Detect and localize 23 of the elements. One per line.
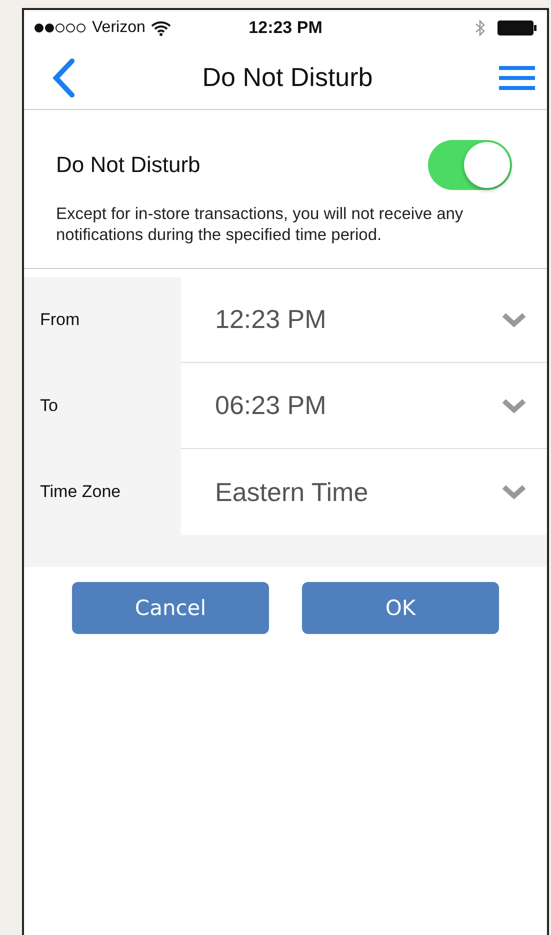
wifi-icon: [151, 20, 172, 36]
chevron-down-icon: [501, 312, 527, 328]
battery-icon: [497, 20, 538, 36]
status-time: 12:23 PM: [248, 18, 322, 38]
page-title: Do Not Disturb: [201, 62, 374, 93]
back-icon[interactable]: [52, 58, 76, 98]
setting-label: Do Not Disturb: [56, 152, 200, 178]
toggle-switch[interactable]: [428, 140, 512, 190]
signal-icon: [34, 23, 86, 33]
bluetooth-icon: [475, 19, 486, 37]
menu-icon[interactable]: [499, 64, 535, 90]
field-label: Time Zone: [24, 449, 181, 535]
action-button[interactable]: OK: [302, 582, 499, 634]
dropdown-field[interactable]: 12:23 PM: [181, 277, 547, 363]
carrier-name: Verizon: [92, 19, 146, 37]
chevron-down-icon: [501, 484, 527, 500]
dropdown-field[interactable]: Eastern Time: [181, 449, 547, 535]
chevron-down-icon: [501, 398, 527, 414]
action-button[interactable]: Cancel: [72, 582, 269, 634]
setting-description: Except for in-store transactions, you will not receive any notifications during the specified time period.: [56, 204, 464, 246]
dropdown-field[interactable]: 06:23 PM: [181, 363, 547, 449]
field-label: To: [24, 363, 181, 449]
field-label: From: [24, 277, 181, 363]
